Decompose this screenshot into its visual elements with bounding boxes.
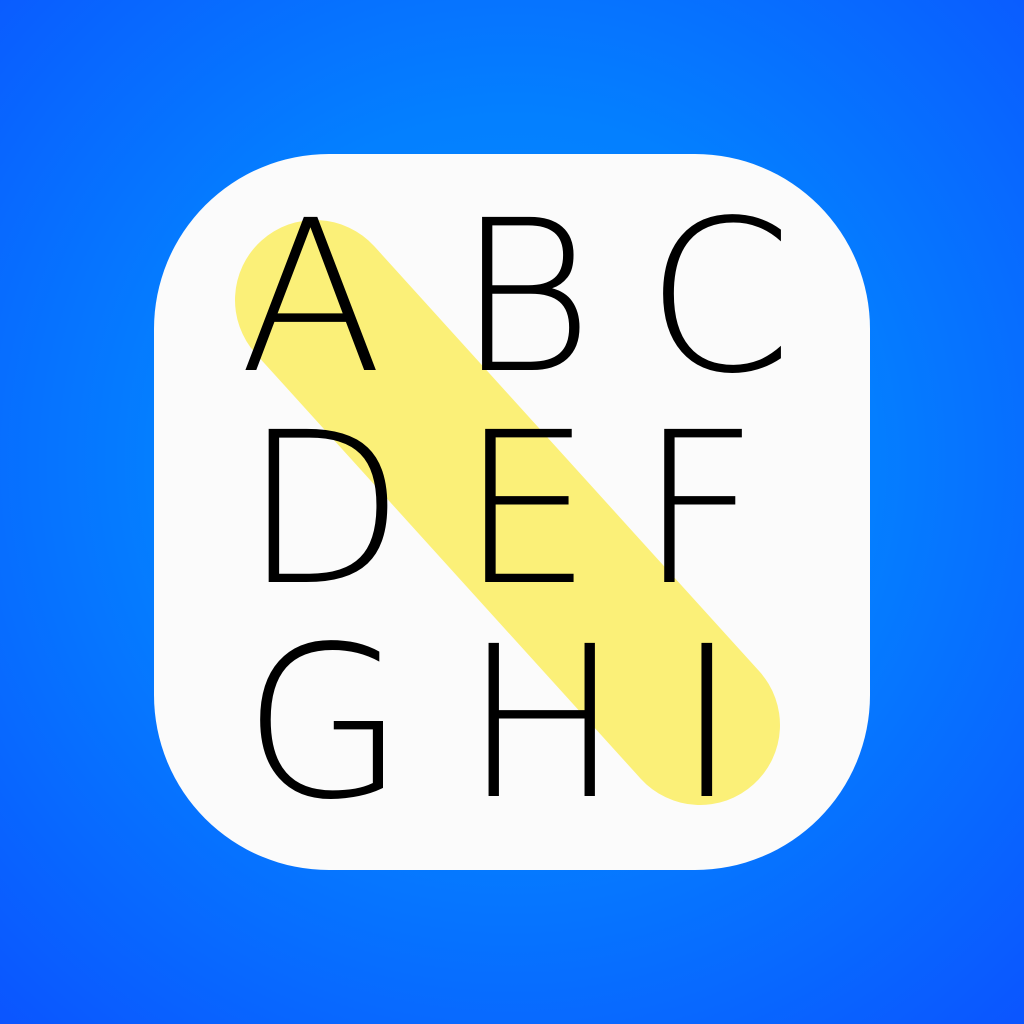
- letter-c: C: [645, 175, 793, 420]
- letter-g: G: [242, 601, 406, 846]
- letter-d: D: [243, 387, 405, 632]
- letter-grid: A B C D E F G H I: [154, 154, 870, 870]
- letter-e: E: [459, 387, 593, 632]
- letter-i: I: [676, 601, 738, 846]
- app-icon: A B C D E F G H I: [0, 0, 1024, 1024]
- letter-b: B: [456, 175, 594, 420]
- letter-a: A: [239, 175, 383, 420]
- letter-f: F: [638, 387, 760, 632]
